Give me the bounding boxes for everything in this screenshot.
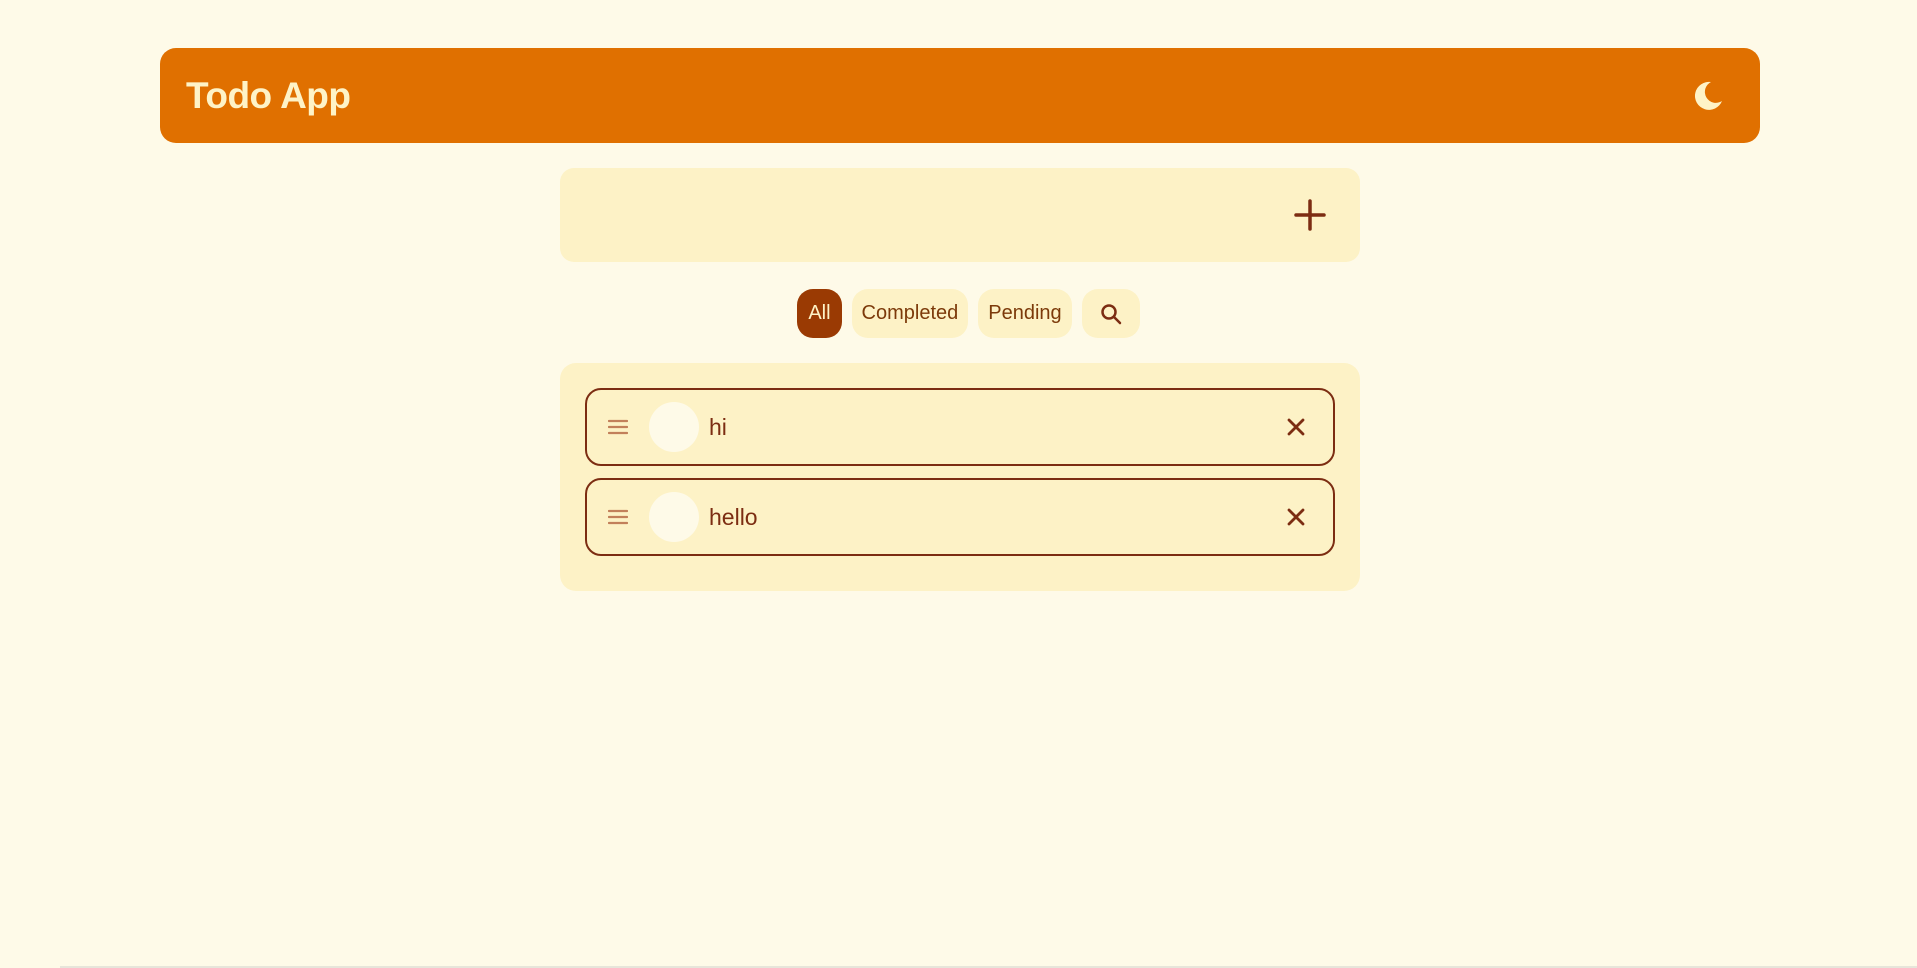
filter-completed-button[interactable]: Completed [851,289,969,338]
search-icon [1100,303,1121,324]
moon-icon [1694,81,1722,110]
drag-handle-icon [608,419,628,435]
filter-pending-button[interactable]: Pending [978,289,1072,338]
todo-checkbox[interactable] [649,402,699,452]
filter-bar: All Completed Pending [0,289,1917,338]
add-todo-button[interactable] [1280,185,1340,245]
todo-text: hello [709,503,758,530]
app-title: Todo App [186,74,351,116]
drag-handle[interactable] [607,506,629,528]
add-todo-bar [560,168,1360,262]
delete-todo-button[interactable] [1281,502,1311,532]
filter-all-button[interactable]: All [797,289,842,338]
search-button[interactable] [1081,289,1140,338]
todo-list: hi hello [560,363,1360,591]
todo-item: hello [585,478,1335,556]
todo-checkbox[interactable] [649,492,699,542]
drag-handle-icon [608,509,628,525]
app-header: Todo App [160,48,1760,143]
todo-item: hi [585,388,1335,466]
drag-handle[interactable] [607,416,629,438]
plus-icon [1294,199,1326,231]
delete-todo-button[interactable] [1281,412,1311,442]
close-icon [1287,418,1305,436]
theme-toggle-button[interactable] [1686,74,1730,118]
todo-text: hi [709,413,727,440]
close-icon [1287,508,1305,526]
new-todo-input[interactable] [560,168,1280,262]
